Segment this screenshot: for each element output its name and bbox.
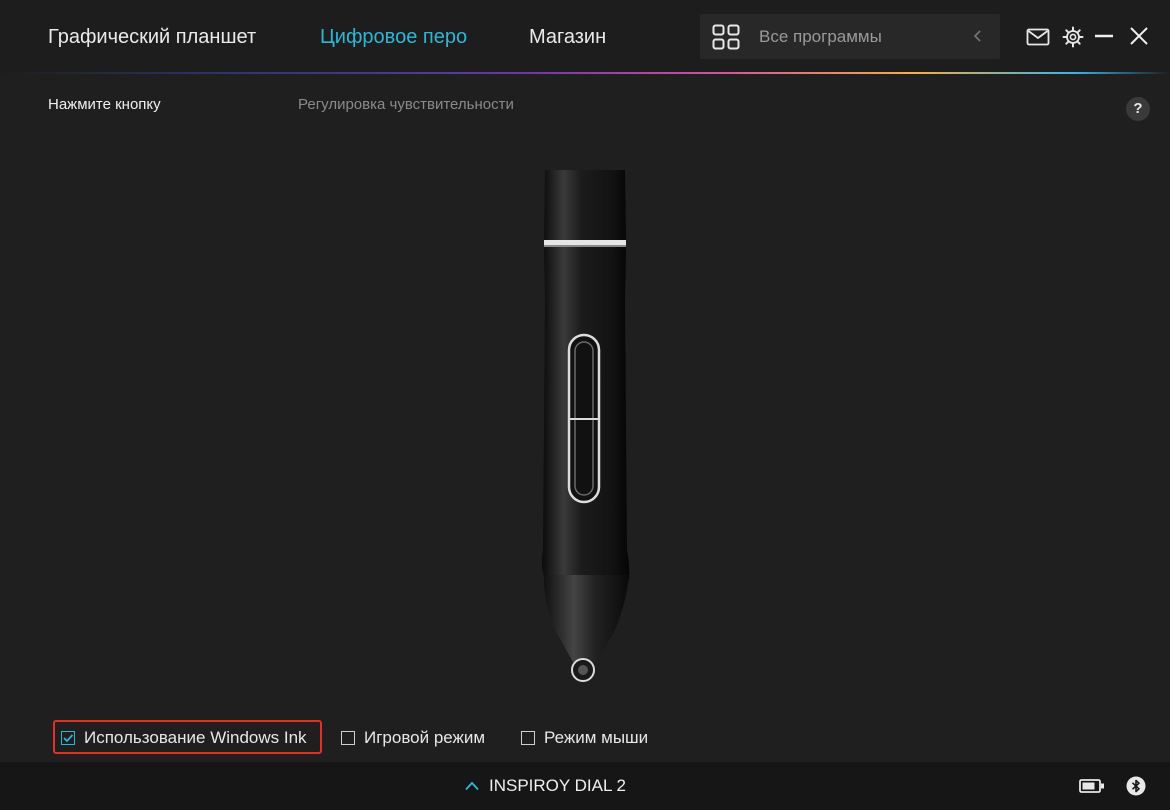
subtab-press-button[interactable]: Нажмите кнопку [48,96,161,113]
tab-store[interactable]: Магазин [529,24,606,50]
subtab-sensitivity[interactable]: Регулировка чувствительности [298,96,514,113]
checkbox-unchecked-icon [341,731,355,745]
help-button[interactable]: ? [1126,97,1150,121]
minimize-icon[interactable] [1094,26,1114,46]
checkbox-checked-icon [61,731,75,745]
close-icon[interactable] [1129,26,1149,46]
title-bar: Графический планшет Цифровое перо Магази… [0,0,1170,72]
apps-grid-icon [712,24,740,50]
mail-icon[interactable] [1026,28,1050,46]
windows-ink-checkbox[interactable]: Использование Windows Ink [61,727,307,749]
battery-icon [1079,779,1104,793]
game-mode-label: Игровой режим [364,728,486,747]
bluetooth-icon [1126,776,1146,796]
tab-graphic-tablet[interactable]: Графический планшет [48,24,256,50]
chevron-up-icon [465,781,479,791]
program-selector-placeholder: Все программы [759,27,882,46]
mouse-mode-label: Режим мыши [544,728,649,747]
chevron-left-icon[interactable] [972,28,984,44]
checkbox-unchecked-icon [521,731,535,745]
device-selector[interactable]: INSPIROY DIAL 2 [465,776,626,796]
program-selector[interactable]: Все программы [700,14,1000,59]
device-name: INSPIROY DIAL 2 [489,776,626,795]
header-accent-line [0,72,1170,74]
digital-pen-illustration [541,170,630,682]
mouse-mode-checkbox[interactable]: Режим мыши [521,727,648,749]
game-mode-checkbox[interactable]: Игровой режим [341,727,485,749]
gear-icon[interactable] [1062,26,1084,48]
windows-ink-label: Использование Windows Ink [84,728,307,747]
tab-digital-pen[interactable]: Цифровое перо [320,24,467,50]
